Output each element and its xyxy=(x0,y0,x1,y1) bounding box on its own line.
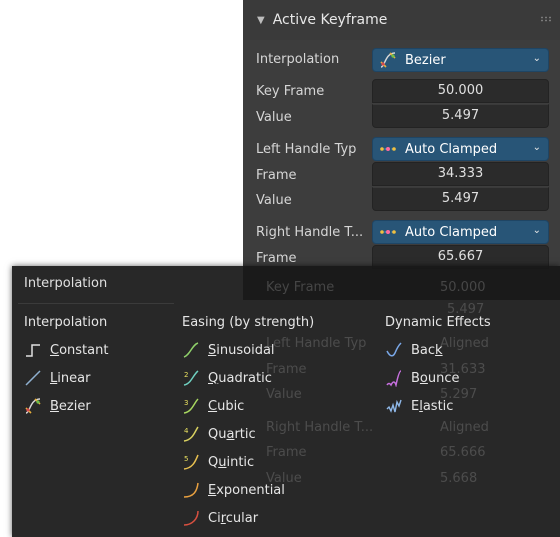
circular-icon xyxy=(182,509,200,527)
ghost-frame-label: Frame xyxy=(266,362,307,377)
left-value-label: Value xyxy=(256,193,292,208)
dynamic-effects-column-heading: Dynamic Effects xyxy=(385,315,491,330)
interpolation-dropdown[interactable]: Bezier ⌄ xyxy=(372,48,549,72)
active-keyframe-panel: ▼ Active Keyframe Interpolation Bezier ⌄… xyxy=(243,0,560,300)
left-frame-label: Frame xyxy=(256,168,297,183)
menu-item-exponential[interactable]: Exponential xyxy=(182,479,285,501)
drag-grip-icon[interactable] xyxy=(540,16,552,22)
handle-auto-clamped-icon xyxy=(379,223,397,241)
collapse-triangle-icon[interactable]: ▼ xyxy=(257,15,265,26)
constant-icon xyxy=(24,341,42,359)
menu-item-bounce[interactable]: Bounce xyxy=(385,367,460,389)
panel-header[interactable]: ▼ Active Keyframe xyxy=(243,0,560,40)
value-field[interactable]: 5.497 xyxy=(372,104,549,128)
quartic-icon: 4 xyxy=(182,425,200,443)
interpolation-value: Bezier xyxy=(405,52,446,68)
ghost-right-handle-value: Aligned xyxy=(440,420,489,435)
left-handle-type-label: Left Handle Typ xyxy=(256,142,357,157)
ghost-key-frame-value: 50.000 xyxy=(440,280,486,295)
right-handle-type-dropdown[interactable]: Auto Clamped ⌄ xyxy=(372,220,549,244)
key-frame-label: Key Frame xyxy=(256,84,325,99)
sinusoidal-icon xyxy=(182,341,200,359)
right-handle-type-value: Auto Clamped xyxy=(405,224,498,240)
svg-text:2: 2 xyxy=(184,371,188,379)
menu-title: Interpolation xyxy=(24,276,108,291)
bezier-icon xyxy=(379,51,397,69)
menu-item-sinusoidal[interactable]: Sinusoidal xyxy=(182,339,275,361)
handle-auto-clamped-icon xyxy=(379,140,397,158)
chevron-down-icon: ⌄ xyxy=(532,142,541,153)
linear-icon xyxy=(24,369,42,387)
panel-title: Active Keyframe xyxy=(272,12,388,28)
menu-item-constant[interactable]: Constant xyxy=(24,339,108,361)
quintic-icon: 5 xyxy=(182,453,200,471)
interpolation-label: Interpolation xyxy=(256,52,340,67)
svg-text:3: 3 xyxy=(184,399,188,407)
interpolation-menu: Key Frame 50.000 5.497 Left Handle Typ A… xyxy=(12,266,560,537)
interpolation-column-heading: Interpolation xyxy=(24,315,108,330)
ghost-frame2-label: Frame xyxy=(266,445,307,460)
menu-item-elastic[interactable]: Elastic xyxy=(385,395,453,417)
menu-item-back[interactable]: Back xyxy=(385,339,443,361)
cubic-icon: 3 xyxy=(182,397,200,415)
left-value-field[interactable]: 5.497 xyxy=(372,187,549,211)
menu-item-quartic[interactable]: 4 Quartic xyxy=(182,423,256,445)
right-frame-label: Frame xyxy=(256,251,297,266)
left-handle-type-dropdown[interactable]: Auto Clamped ⌄ xyxy=(372,137,549,161)
elastic-icon xyxy=(385,397,403,415)
svg-text:4: 4 xyxy=(184,427,189,435)
ghost-left-handle-label: Left Handle Typ xyxy=(266,336,367,351)
back-icon xyxy=(385,341,403,359)
ghost-frame2-value: 65.666 xyxy=(440,445,486,460)
right-handle-type-label: Right Handle T... xyxy=(256,225,364,240)
menu-item-cubic[interactable]: 3 Cubic xyxy=(182,395,244,417)
bezier-icon xyxy=(24,397,42,415)
ghost-right-handle-label: Right Handle T... xyxy=(266,420,374,435)
menu-item-quintic[interactable]: 5 Quintic xyxy=(182,451,254,473)
ghost-value2-value: 5.668 xyxy=(440,471,478,486)
left-handle-type-value: Auto Clamped xyxy=(405,141,498,157)
menu-item-circular[interactable]: Circular xyxy=(182,507,258,529)
menu-item-quadratic[interactable]: 2 Quadratic xyxy=(182,367,272,389)
key-frame-field[interactable]: 50.000 xyxy=(372,79,549,103)
menu-separator xyxy=(18,303,174,304)
menu-item-bezier[interactable]: Bezier xyxy=(24,395,91,417)
svg-text:5: 5 xyxy=(184,455,188,463)
quadratic-icon: 2 xyxy=(182,369,200,387)
left-frame-field[interactable]: 34.333 xyxy=(372,162,549,186)
ghost-value-label: Value xyxy=(266,387,302,402)
ghost-left-handle-value: Aligned xyxy=(440,336,489,351)
easing-column-heading: Easing (by strength) xyxy=(182,315,315,330)
exponential-icon xyxy=(182,481,200,499)
bounce-icon xyxy=(385,369,403,387)
chevron-down-icon: ⌄ xyxy=(532,225,541,236)
value-label: Value xyxy=(256,110,292,125)
chevron-down-icon: ⌄ xyxy=(532,53,541,64)
menu-item-linear[interactable]: Linear xyxy=(24,367,90,389)
ghost-key-frame-label: Key Frame xyxy=(266,280,335,295)
